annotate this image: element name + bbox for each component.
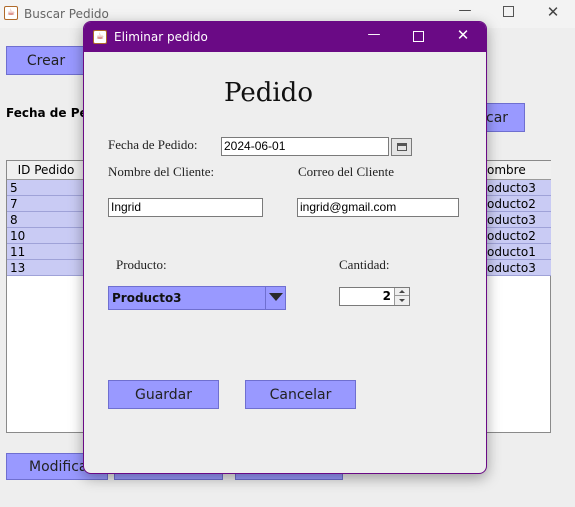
table-cell-id[interactable]: 10 [7,228,85,244]
cantidad-spinner[interactable]: 2 [339,287,410,306]
nombre-cliente-label: Nombre del Cliente: [108,164,215,179]
producto-select-value: Producto3 [112,291,182,305]
eliminar-pedido-dialog: ☕ Eliminar pedido — ✕ Pedido Fecha de Pe… [83,21,487,474]
producto-dropdown-button[interactable] [265,287,285,309]
table-cell-id[interactable]: 7 [7,196,85,212]
table-cell-producto[interactable]: oducto3 [485,180,551,196]
dialog-heading: Pedido [224,78,313,108]
table-header-id[interactable]: ID Pedido [7,161,85,180]
correo-cliente-field[interactable]: ingrid@gmail.com [297,198,459,217]
fecha-pedido-label: Fecha de Pedido: [108,137,198,152]
spinner-down-button[interactable] [394,296,409,305]
bg-maximize-icon[interactable] [500,3,516,19]
chevron-down-icon [269,293,283,301]
dialog-minimize-icon[interactable]: — [364,27,384,42]
producto-label: Producto: [116,257,167,272]
table-cell-producto[interactable]: oducto3 [485,260,551,276]
dialog-titlebar: ☕ Eliminar pedido — ✕ [84,22,486,52]
table-cell-producto[interactable]: oducto3 [485,212,551,228]
dialog-title: Eliminar pedido [114,30,208,44]
cantidad-label: Cantidad: [339,257,390,272]
table-cell-id[interactable]: 5 [7,180,85,196]
table-cell-producto[interactable]: oducto1 [485,244,551,260]
cancelar-button[interactable]: Cancelar [245,380,356,409]
calendar-icon [397,143,407,151]
calendar-button[interactable] [391,138,412,156]
table-cell-id[interactable]: 13 [7,260,85,276]
dialog-close-icon[interactable]: ✕ [453,26,473,44]
bg-close-icon[interactable]: ✕ [543,3,563,21]
java-app-icon: ☕ [4,6,18,20]
cantidad-value[interactable]: 2 [383,289,391,303]
fecha-pedido-field[interactable]: 2024-06-01 [221,137,389,156]
table-header-producto[interactable]: ombre Pr... [485,161,551,196]
table-col-producto: oducto3 oducto2 oducto3 oducto2 oducto1 … [485,180,551,276]
dialog-maximize-icon[interactable] [410,29,426,45]
correo-cliente-label: Correo del Cliente [298,164,395,179]
bg-minimize-icon[interactable]: — [455,3,475,18]
table-cell-id[interactable]: 8 [7,212,85,228]
table-cell-id[interactable]: 11 [7,244,85,260]
table-col-id: 5 7 8 10 11 13 [7,180,85,276]
table-cell-producto[interactable]: oducto2 [485,196,551,212]
spinner-up-button[interactable] [394,288,409,296]
nombre-cliente-field[interactable]: Ingrid [108,198,263,217]
bg-window-title: Buscar Pedido [24,7,109,21]
guardar-button[interactable]: Guardar [108,380,219,409]
chevron-down-icon [399,299,405,302]
producto-select[interactable]: Producto3 [108,286,286,310]
java-app-icon: ☕ [93,30,107,44]
table-cell-producto[interactable]: oducto2 [485,228,551,244]
chevron-up-icon [399,290,405,293]
crear-button[interactable]: Crear [6,46,86,75]
